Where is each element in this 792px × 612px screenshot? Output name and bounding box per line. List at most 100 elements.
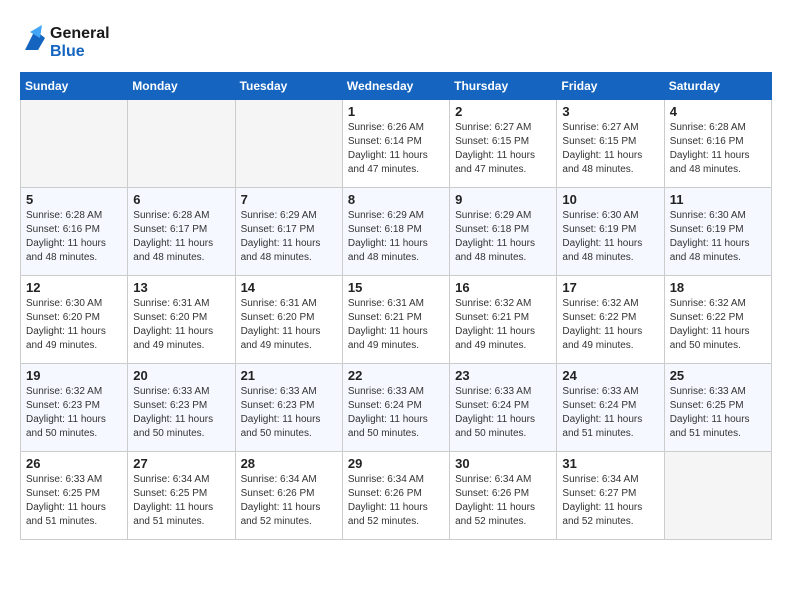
day-info: Sunrise: 6:34 AMSunset: 6:25 PMDaylight:… [133, 473, 229, 529]
day-info: Sunrise: 6:34 AMSunset: 6:27 PMDaylight:… [562, 473, 658, 529]
day-info: Sunrise: 6:34 AMSunset: 6:26 PMDaylight:… [348, 473, 444, 529]
weekday-header-sunday: Sunday [21, 73, 128, 100]
calendar-day: 2 Sunrise: 6:27 AMSunset: 6:15 PMDaylight… [450, 100, 557, 188]
day-info: Sunrise: 6:26 AMSunset: 6:14 PMDaylight:… [348, 121, 444, 177]
day-number: 26 [26, 456, 122, 471]
day-info: Sunrise: 6:33 AMSunset: 6:24 PMDaylight:… [562, 385, 658, 441]
day-number: 22 [348, 368, 444, 383]
week-row-5: 26 Sunrise: 6:33 AMSunset: 6:25 PMDayligh… [21, 452, 772, 540]
day-number: 29 [348, 456, 444, 471]
day-info: Sunrise: 6:32 AMSunset: 6:22 PMDaylight:… [562, 297, 658, 353]
calendar-day: 23 Sunrise: 6:33 AMSunset: 6:24 PMDayligh… [450, 364, 557, 452]
day-info: Sunrise: 6:33 AMSunset: 6:24 PMDaylight:… [455, 385, 551, 441]
day-info: Sunrise: 6:33 AMSunset: 6:24 PMDaylight:… [348, 385, 444, 441]
day-number: 2 [455, 104, 551, 119]
calendar-day [664, 452, 771, 540]
logo: GeneralBlue [20, 20, 110, 62]
weekday-header-row: SundayMondayTuesdayWednesdayThursdayFrid… [21, 73, 772, 100]
day-info: Sunrise: 6:33 AMSunset: 6:23 PMDaylight:… [133, 385, 229, 441]
day-number: 27 [133, 456, 229, 471]
weekday-header-tuesday: Tuesday [235, 73, 342, 100]
day-number: 24 [562, 368, 658, 383]
day-number: 30 [455, 456, 551, 471]
day-number: 9 [455, 192, 551, 207]
calendar-day: 26 Sunrise: 6:33 AMSunset: 6:25 PMDayligh… [21, 452, 128, 540]
calendar-day: 3 Sunrise: 6:27 AMSunset: 6:15 PMDaylight… [557, 100, 664, 188]
day-number: 23 [455, 368, 551, 383]
calendar-day: 14Sunrise: 6:31 AMSunset: 6:20 PMDayligh… [235, 276, 342, 364]
calendar-day: 17Sunrise: 6:32 AMSunset: 6:22 PMDayligh… [557, 276, 664, 364]
calendar-day: 20 Sunrise: 6:33 AMSunset: 6:23 PMDayligh… [128, 364, 235, 452]
day-info: Sunrise: 6:34 AMSunset: 6:26 PMDaylight:… [455, 473, 551, 529]
day-number: 12 [26, 280, 122, 295]
day-number: 31 [562, 456, 658, 471]
day-number: 7 [241, 192, 337, 207]
calendar-day: 5Sunrise: 6:28 AMSunset: 6:16 PMDaylight… [21, 188, 128, 276]
day-info: Sunrise: 6:27 AMSunset: 6:15 PMDaylight:… [562, 121, 658, 177]
day-info: Sunrise: 6:29 AMSunset: 6:18 PMDaylight:… [455, 209, 551, 265]
weekday-header-friday: Friday [557, 73, 664, 100]
day-number: 21 [241, 368, 337, 383]
week-row-2: 5Sunrise: 6:28 AMSunset: 6:16 PMDaylight… [21, 188, 772, 276]
calendar-day: 21 Sunrise: 6:33 AMSunset: 6:23 PMDayligh… [235, 364, 342, 452]
calendar-day: 29 Sunrise: 6:34 AMSunset: 6:26 PMDayligh… [342, 452, 449, 540]
day-number: 19 [26, 368, 122, 383]
calendar-day: 16 Sunrise: 6:32 AMSunset: 6:21 PMDayligh… [450, 276, 557, 364]
calendar-day [21, 100, 128, 188]
calendar-day: 4 Sunrise: 6:28 AMSunset: 6:16 PMDaylight… [664, 100, 771, 188]
calendar-day: 19 Sunrise: 6:32 AMSunset: 6:23 PMDayligh… [21, 364, 128, 452]
day-number: 3 [562, 104, 658, 119]
day-info: Sunrise: 6:33 AMSunset: 6:23 PMDaylight:… [241, 385, 337, 441]
day-info: Sunrise: 6:32 AMSunset: 6:22 PMDaylight:… [670, 297, 766, 353]
day-info: Sunrise: 6:32 AMSunset: 6:21 PMDaylight:… [455, 297, 551, 353]
day-info: Sunrise: 6:28 AMSunset: 6:16 PMDaylight:… [26, 209, 122, 265]
day-info: Sunrise: 6:29 AMSunset: 6:18 PMDaylight:… [348, 209, 444, 265]
day-number: 25 [670, 368, 766, 383]
calendar-day: 7 Sunrise: 6:29 AMSunset: 6:17 PMDaylight… [235, 188, 342, 276]
day-info: Sunrise: 6:28 AMSunset: 6:16 PMDaylight:… [670, 121, 766, 177]
day-info: Sunrise: 6:31 AMSunset: 6:20 PMDaylight:… [133, 297, 229, 353]
weekday-header-wednesday: Wednesday [342, 73, 449, 100]
day-info: Sunrise: 6:29 AMSunset: 6:17 PMDaylight:… [241, 209, 337, 265]
day-number: 13 [133, 280, 229, 295]
day-number: 6 [133, 192, 229, 207]
calendar-day: 24 Sunrise: 6:33 AMSunset: 6:24 PMDayligh… [557, 364, 664, 452]
week-row-3: 12Sunrise: 6:30 AMSunset: 6:20 PMDayligh… [21, 276, 772, 364]
svg-text:Blue: Blue [50, 43, 85, 60]
logo-svg: GeneralBlue [20, 20, 110, 62]
day-number: 11 [670, 192, 766, 207]
weekday-header-thursday: Thursday [450, 73, 557, 100]
day-info: Sunrise: 6:33 AMSunset: 6:25 PMDaylight:… [26, 473, 122, 529]
calendar-day: 28Sunrise: 6:34 AMSunset: 6:26 PMDayligh… [235, 452, 342, 540]
calendar-day: 12Sunrise: 6:30 AMSunset: 6:20 PMDayligh… [21, 276, 128, 364]
weekday-header-monday: Monday [128, 73, 235, 100]
day-number: 18 [670, 280, 766, 295]
calendar-day: 15 Sunrise: 6:31 AMSunset: 6:21 PMDayligh… [342, 276, 449, 364]
calendar-day: 10 Sunrise: 6:30 AMSunset: 6:19 PMDayligh… [557, 188, 664, 276]
calendar-day: 1Sunrise: 6:26 AMSunset: 6:14 PMDaylight… [342, 100, 449, 188]
day-info: Sunrise: 6:31 AMSunset: 6:21 PMDaylight:… [348, 297, 444, 353]
calendar-day: 27 Sunrise: 6:34 AMSunset: 6:25 PMDayligh… [128, 452, 235, 540]
day-number: 4 [670, 104, 766, 119]
calendar-day: 11 Sunrise: 6:30 AMSunset: 6:19 PMDayligh… [664, 188, 771, 276]
calendar-day: 8Sunrise: 6:29 AMSunset: 6:18 PMDaylight… [342, 188, 449, 276]
weekday-header-saturday: Saturday [664, 73, 771, 100]
day-number: 15 [348, 280, 444, 295]
day-info: Sunrise: 6:33 AMSunset: 6:25 PMDaylight:… [670, 385, 766, 441]
week-row-4: 19 Sunrise: 6:32 AMSunset: 6:23 PMDayligh… [21, 364, 772, 452]
day-info: Sunrise: 6:31 AMSunset: 6:20 PMDaylight:… [241, 297, 337, 353]
calendar-day [128, 100, 235, 188]
calendar-day: 9 Sunrise: 6:29 AMSunset: 6:18 PMDaylight… [450, 188, 557, 276]
day-number: 10 [562, 192, 658, 207]
day-info: Sunrise: 6:30 AMSunset: 6:19 PMDaylight:… [562, 209, 658, 265]
calendar-day [235, 100, 342, 188]
day-number: 20 [133, 368, 229, 383]
day-info: Sunrise: 6:32 AMSunset: 6:23 PMDaylight:… [26, 385, 122, 441]
day-info: Sunrise: 6:30 AMSunset: 6:19 PMDaylight:… [670, 209, 766, 265]
calendar-day: 18 Sunrise: 6:32 AMSunset: 6:22 PMDayligh… [664, 276, 771, 364]
calendar-day: 31 Sunrise: 6:34 AMSunset: 6:27 PMDayligh… [557, 452, 664, 540]
day-info: Sunrise: 6:28 AMSunset: 6:17 PMDaylight:… [133, 209, 229, 265]
calendar-day: 13 Sunrise: 6:31 AMSunset: 6:20 PMDayligh… [128, 276, 235, 364]
day-number: 16 [455, 280, 551, 295]
day-info: Sunrise: 6:27 AMSunset: 6:15 PMDaylight:… [455, 121, 551, 177]
